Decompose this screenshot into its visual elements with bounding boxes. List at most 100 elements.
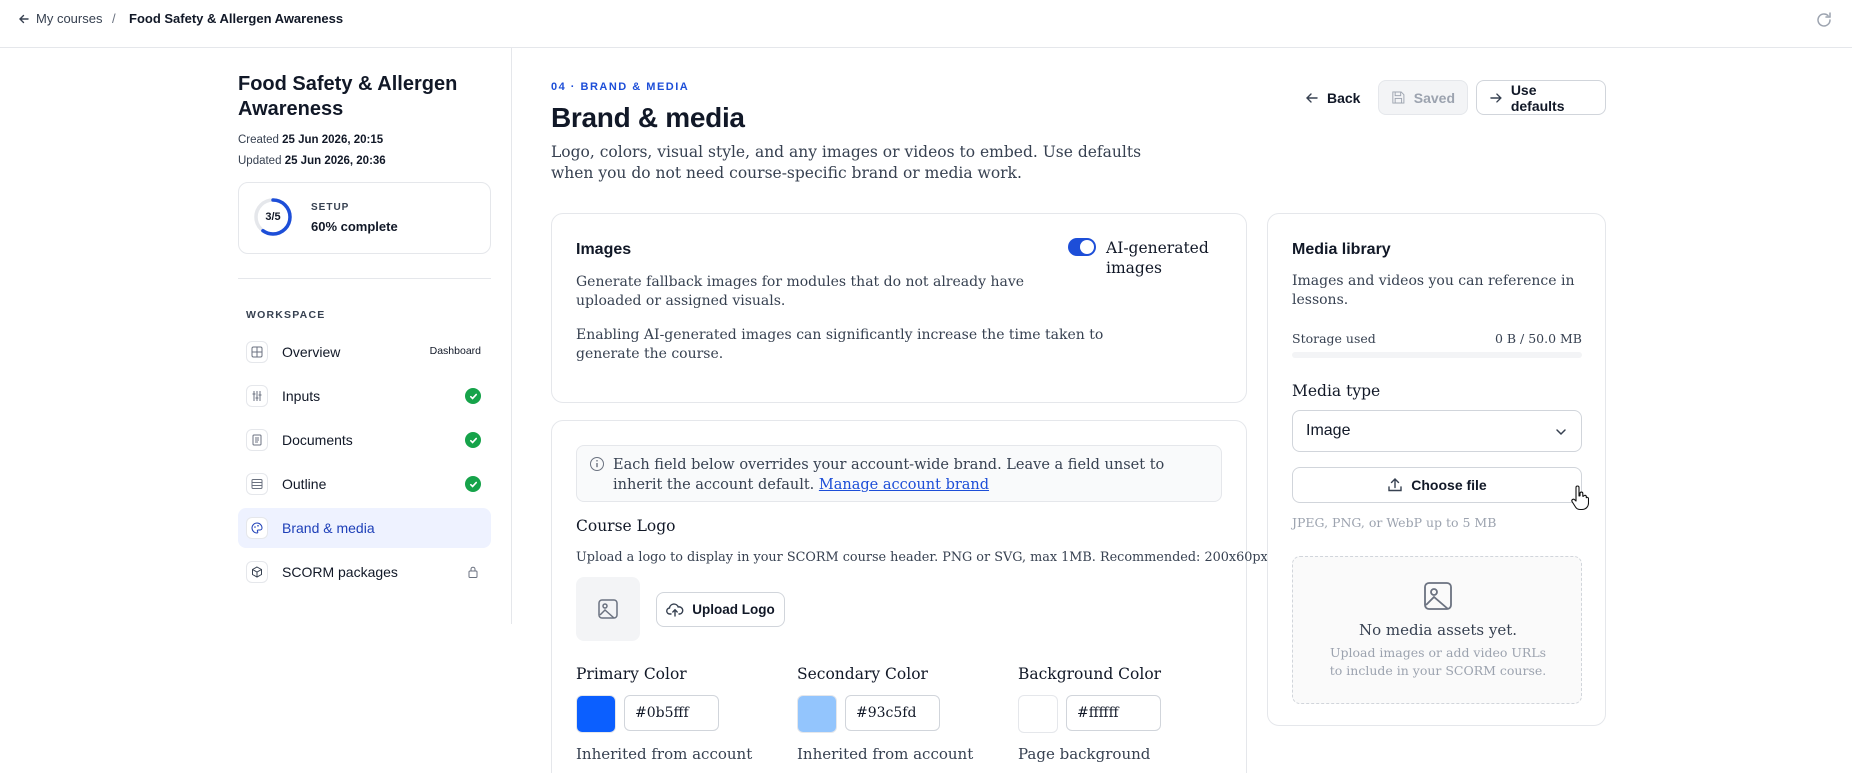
breadcrumb-current: Food Safety & Allergen Awareness: [129, 11, 344, 26]
sidebar-divider: [238, 278, 491, 279]
setup-progress-label: 3/5: [265, 211, 281, 223]
back-button[interactable]: Back: [1293, 80, 1372, 115]
upload-logo-label: Upload Logo: [692, 602, 775, 617]
media-empty-state: No media assets yet. Upload images or ad…: [1292, 556, 1582, 704]
step-eyebrow: 04 · BRAND & MEDIA: [551, 81, 690, 93]
sidebar-item-documents[interactable]: Documents: [238, 420, 491, 460]
saved-button[interactable]: Saved: [1378, 80, 1468, 115]
primary-color-swatch[interactable]: [576, 695, 616, 733]
images-description: Generate fallback images for modules tha…: [576, 274, 1025, 309]
storage-label: Storage used: [1292, 331, 1376, 346]
sidebar-item-label: Documents: [282, 432, 353, 448]
save-icon: [1392, 91, 1405, 104]
logo-placeholder: [576, 577, 640, 641]
background-color-swatch[interactable]: [1018, 695, 1058, 733]
empty-state-title: No media assets yet.: [1359, 621, 1517, 639]
setup-value: 60% complete: [311, 219, 398, 234]
check-icon: [465, 388, 481, 404]
choose-file-button[interactable]: Choose file: [1292, 467, 1582, 503]
image-icon: [1424, 582, 1452, 610]
course-title: Food Safety & Allergen Awareness: [238, 73, 458, 120]
sidebar-item-outline[interactable]: Outline: [238, 464, 491, 504]
updated-label: Updated: [238, 155, 282, 167]
arrow-left-icon: [19, 14, 29, 23]
upload-logo-button[interactable]: Upload Logo: [656, 592, 785, 627]
sidebar-item-label: Brand & media: [282, 520, 375, 536]
sidebar-item-label: SCORM packages: [282, 564, 398, 580]
package-icon: [246, 561, 268, 583]
toggle-knob: [1080, 240, 1094, 254]
primary-color-note: Inherited from account: [576, 745, 753, 763]
use-defaults-label: Use defaults: [1510, 81, 1565, 114]
background-color-label: Background Color: [1018, 665, 1162, 683]
page-title: Brand & media: [551, 102, 745, 133]
my-courses-link[interactable]: My courses: [18, 11, 102, 26]
saved-button-label: Saved: [1413, 89, 1455, 106]
storage-row: Storage used 0 B / 50.0 MB: [1292, 331, 1582, 346]
upload-icon: [1388, 478, 1402, 492]
info-icon: [590, 457, 604, 471]
top-bar: My courses / Food Safety & Allergen Awar…: [0, 0, 1852, 48]
images-title: Images: [576, 241, 632, 258]
my-courses-label: My courses: [36, 11, 103, 26]
brand-info-box: Each field below overrides your account-…: [576, 445, 1222, 502]
breadcrumb-separator: /: [112, 11, 116, 26]
page-description: Logo, colors, visual style, and any imag…: [551, 143, 1142, 182]
storage-bar: [1292, 352, 1582, 358]
secondary-color-note: Inherited from account: [797, 745, 974, 763]
image-icon: [598, 599, 618, 619]
palette-icon: [246, 517, 268, 539]
background-color-note: Page background: [1018, 745, 1151, 763]
sidebar-item-inputs[interactable]: Inputs: [238, 376, 491, 416]
secondary-color-swatch[interactable]: [797, 695, 837, 733]
cloud-upload-icon: [666, 602, 684, 617]
ai-images-toggle[interactable]: [1068, 238, 1096, 256]
setup-progress-card: 3/5 SETUP 60% complete: [238, 182, 491, 254]
updated-meta: Updated 25 Jun 2026, 20:36: [238, 155, 386, 167]
background-color-input[interactable]: [1066, 695, 1161, 731]
images-card: Images AI-generated images Generate fall…: [551, 213, 1247, 403]
lock-icon: [468, 566, 478, 578]
storage-value: 0 B / 50.0 MB: [1494, 331, 1582, 346]
grid-icon: [246, 341, 268, 363]
back-button-label: Back: [1327, 89, 1361, 106]
arrow-left-icon: [1306, 92, 1318, 103]
secondary-color-group: Secondary Color Inherited from account: [797, 665, 997, 763]
sidebar-item-overview[interactable]: Overview Dashboard: [238, 332, 491, 372]
document-icon: [246, 429, 268, 451]
dashboard-badge: Dashboard: [429, 345, 481, 357]
created-value: 25 Jun 2026, 20:15: [282, 134, 384, 146]
primary-color-input[interactable]: [624, 695, 719, 731]
background-color-group: Background Color Page background: [1018, 665, 1218, 763]
manage-account-brand-link[interactable]: Manage account brand: [819, 477, 989, 493]
media-type-select[interactable]: Image: [1292, 410, 1582, 452]
brand-info-text: Each field below overrides your account-…: [613, 455, 1213, 495]
arrow-right-icon: [1490, 92, 1502, 103]
brand-card: Each field below overrides your account-…: [551, 420, 1272, 773]
media-library-description: Images and videos you can reference in l…: [1292, 273, 1575, 308]
media-type-label: Media type: [1292, 382, 1381, 400]
media-library-card: Media library Images and videos you can …: [1267, 213, 1606, 726]
primary-color-group: Primary Color Inherited from account: [576, 665, 776, 763]
check-icon: [465, 476, 481, 492]
file-type-hint: JPEG, PNG, or WebP up to 5 MB: [1292, 515, 1497, 530]
secondary-color-input[interactable]: [845, 695, 940, 731]
updated-value: 25 Jun 2026, 20:36: [284, 155, 386, 167]
media-type-value: Image: [1306, 422, 1351, 439]
empty-state-subtitle: Upload images or add video URLs to inclu…: [1329, 645, 1547, 678]
sidebar-item-scorm-packages[interactable]: SCORM packages: [238, 552, 491, 592]
workspace-caption: WORKSPACE: [246, 309, 326, 321]
choose-file-label: Choose file: [1411, 477, 1487, 493]
sidebar-item-brand-media[interactable]: Brand & media: [238, 508, 491, 548]
secondary-color-label: Secondary Color: [797, 665, 928, 683]
primary-color-label: Primary Color: [576, 665, 687, 683]
check-icon: [465, 432, 481, 448]
use-defaults-button[interactable]: Use defaults: [1476, 80, 1606, 115]
sidebar: Food Safety & Allergen Awareness Created…: [218, 48, 512, 624]
refresh-icon[interactable]: [1814, 10, 1834, 30]
sidebar-item-label: Overview: [282, 344, 341, 360]
setup-caption: SETUP: [311, 202, 350, 213]
list-icon: [246, 473, 268, 495]
created-meta: Created 25 Jun 2026, 20:15: [238, 134, 383, 146]
sidebar-item-label: Inputs: [282, 388, 321, 404]
